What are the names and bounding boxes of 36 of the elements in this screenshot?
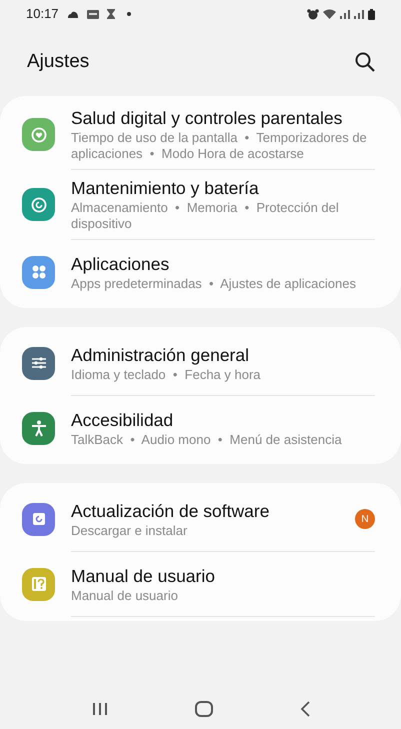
item-subtitle: Almacenamiento • Memoria • Protección del dispositivo <box>71 200 340 232</box>
item-subtitle: Manual de usuario <box>71 588 179 604</box>
item-subtitle: Tiempo de uso de la pantalla • Temporizadores de aplicaciones • Modo Hora de acostarse <box>71 130 368 162</box>
item-subtitle: Idioma y teclado • Fecha y hora <box>71 366 262 382</box>
item-subtitle: Apps predeterminadas • Ajustes de aplicaciones <box>71 276 357 292</box>
page-title: Ajustes <box>27 50 90 74</box>
item-title: Actualización de software <box>71 500 270 522</box>
item-subtitle: Descargar e instalar <box>71 522 188 538</box>
signal-icon <box>354 9 364 19</box>
notification-badge: N <box>355 509 375 530</box>
recent-apps-icon[interactable] <box>92 702 108 716</box>
card-icon <box>86 10 99 18</box>
settings-item[interactable]: Actualización de software Descargar e instalar N <box>0 487 401 552</box>
item-title: Salud digital y controles parentales <box>71 108 344 129</box>
hourglass-icon <box>106 9 115 19</box>
item-title: Manual de usuario <box>71 566 216 587</box>
search-icon[interactable] <box>355 52 375 72</box>
cloud-icon <box>66 10 79 18</box>
settings-item[interactable]: Administración general Idioma y teclado • Fecha y hora <box>0 331 401 396</box>
status-time: 10:17 <box>26 5 59 24</box>
item-title: Mantenimiento y batería <box>71 178 260 200</box>
signal-icon <box>340 9 350 19</box>
item-subtitle: TalkBack • Audio mono • Menú de asistencia <box>71 432 343 448</box>
home-icon[interactable] <box>194 701 212 717</box>
back-icon[interactable] <box>300 701 310 717</box>
settings-item[interactable]: Accesibilidad TalkBack • Audio mono • Menú de asistencia <box>0 396 401 460</box>
settings-item[interactable]: Mantenimiento y batería Almacenamiento • Memoria • Protección del dispositivo <box>0 170 401 240</box>
settings-item[interactable]: Salud digital y controles parentales Tiempo de uso de la pantalla • Temporizadores de aplicaciones • Modo Hora de acostarse <box>0 100 401 170</box>
settings-item[interactable]: Aplicaciones Apps predeterminadas • Ajustes de aplicaciones <box>0 240 401 304</box>
wifi-icon <box>323 9 336 19</box>
item-title: Administración general <box>71 344 250 366</box>
settings-item[interactable]: Manual de usuario Manual de usuario <box>0 552 401 616</box>
item-title: Accesibilidad <box>71 410 174 431</box>
dot-icon <box>126 12 131 16</box>
battery-icon <box>368 8 375 20</box>
item-title: Aplicaciones <box>71 254 170 275</box>
